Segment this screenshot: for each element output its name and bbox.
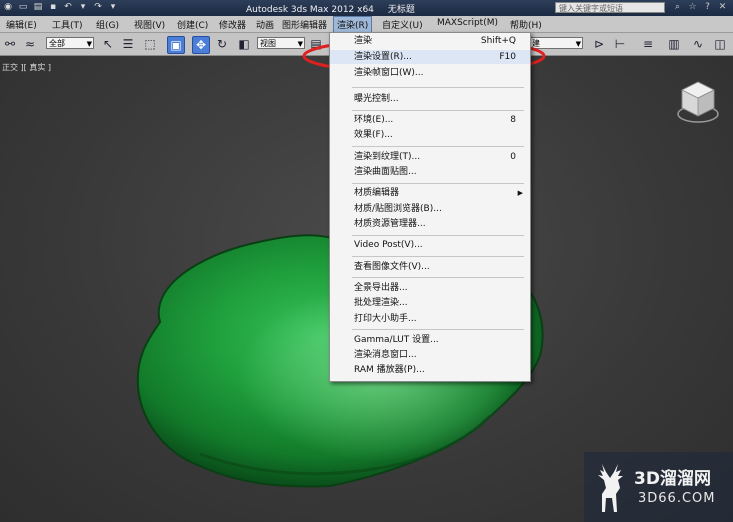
help-icon[interactable]: ?: [702, 1, 713, 13]
watermark: 3D溜溜网 3D66.COM: [584, 452, 733, 522]
undo-icon[interactable]: ↶: [62, 1, 74, 13]
search-input[interactable]: 键入关键字或短语: [555, 2, 665, 13]
menu-item-render-message-window[interactable]: 渲染消息窗口...: [330, 348, 530, 362]
app-title: Autodesk 3ds Max 2012 x64: [246, 5, 374, 15]
schematic-view-icon[interactable]: ◫: [712, 36, 728, 52]
app-menu-icon[interactable]: ◉: [2, 1, 14, 13]
title-icons: ⌕ ☆ ? ✕: [672, 1, 728, 13]
pivot-center-icon[interactable]: ▤: [308, 36, 324, 52]
menu-views[interactable]: 视图(V): [134, 18, 165, 31]
menu-separator: [352, 110, 524, 111]
rendering-menu: 渲染 Shift+Q 渲染设置(R)... F10 渲染帧窗口(W)... 曝光…: [329, 32, 531, 382]
align-icon[interactable]: ⊢: [612, 36, 628, 52]
menu-separator: [352, 256, 524, 257]
undo-dropdown-icon[interactable]: ▾: [77, 1, 89, 13]
named-selection-value: 建: [532, 39, 540, 48]
save-icon[interactable]: ▪: [47, 1, 59, 13]
redo-dropdown-icon[interactable]: ▾: [107, 1, 119, 13]
menu-group[interactable]: 组(G): [96, 18, 119, 31]
menu-item-material-map-browser[interactable]: 材质/贴图浏览器(B)...: [330, 202, 530, 216]
move-icon[interactable]: ✥: [192, 36, 210, 54]
graphite-tools-icon[interactable]: ▥: [666, 36, 682, 52]
selection-filter-value: 全部: [49, 39, 65, 48]
selection-filter-dropdown[interactable]: 全部 ▼: [46, 37, 94, 49]
menu-help[interactable]: 帮助(H): [510, 18, 542, 31]
menu-graph-editors[interactable]: 图形编辑器: [282, 18, 327, 31]
watermark-brand: 3D溜溜网: [634, 469, 711, 489]
menu-separator: [352, 183, 524, 184]
menu-item-material-explorer[interactable]: 材质资源管理器...: [330, 217, 530, 231]
menu-item-material-editor[interactable]: 材质编辑器 ▶: [330, 186, 530, 200]
select-by-name-icon[interactable]: ☰: [120, 36, 136, 52]
menu-item-render[interactable]: 渲染 Shift+Q: [330, 34, 530, 48]
rectangle-selection-icon[interactable]: ⬚: [142, 36, 158, 52]
menu-item-exposure-control[interactable]: 曝光控制...: [330, 92, 530, 106]
search-icon[interactable]: ⌕: [672, 1, 683, 13]
menu-item-render-surface-map[interactable]: 渲染曲面贴图...: [330, 165, 530, 179]
window-crossing-icon[interactable]: ▣: [167, 36, 185, 54]
reference-coordinate-value: 视图: [260, 39, 276, 48]
open-file-icon[interactable]: ▤: [32, 1, 44, 13]
new-file-icon[interactable]: ▭: [17, 1, 29, 13]
menu-item-print-size-assistant[interactable]: 打印大小助手...: [330, 312, 530, 326]
menu-item-ram-player[interactable]: RAM 播放器(P)...: [330, 363, 530, 377]
menu-maxscript[interactable]: MAXScript(M): [437, 18, 498, 28]
select-object-icon[interactable]: ↖: [100, 36, 116, 52]
tools-icon[interactable]: ✕: [717, 1, 728, 13]
menu-item-panorama-exporter[interactable]: 全景导出器...: [330, 281, 530, 295]
menu-item-render-setup[interactable]: 渲染设置(R)... F10: [330, 50, 530, 64]
chevron-right-icon: ▶: [517, 189, 523, 197]
layer-manager-icon[interactable]: ≡: [640, 36, 656, 52]
menu-item-video-post[interactable]: Video Post(V)...: [330, 238, 530, 252]
menu-item-batch-render[interactable]: 批处理渲染...: [330, 296, 530, 310]
chevron-down-icon: ▼: [86, 40, 92, 48]
scale-icon[interactable]: ◧: [236, 36, 252, 52]
unlink-icon[interactable]: ≈: [22, 36, 38, 52]
menu-separator: [352, 277, 524, 278]
menu-item-view-image-file[interactable]: 查看图像文件(V)...: [330, 260, 530, 274]
star-icon[interactable]: ☆: [687, 1, 698, 13]
menu-rendering[interactable]: 渲染(R): [333, 16, 373, 33]
curve-editor-icon[interactable]: ∿: [690, 36, 706, 52]
redo-icon[interactable]: ↷: [92, 1, 104, 13]
document-title: 无标题: [387, 5, 415, 15]
rotate-icon[interactable]: ↻: [214, 36, 230, 52]
menu-customize[interactable]: 自定义(U): [382, 18, 423, 31]
watermark-site: 3D66.COM: [638, 491, 716, 506]
menu-edit[interactable]: 编辑(E): [6, 18, 37, 31]
menu-item-effects[interactable]: 效果(F)...: [330, 128, 530, 142]
chevron-down-icon: ▼: [575, 40, 581, 48]
menu-bar: 编辑(E) 工具(T) 组(G) 视图(V) 创建(C) 修改器 动画 图形编辑…: [0, 16, 733, 33]
link-icon[interactable]: ⚯: [2, 36, 18, 52]
menu-separator: [352, 87, 524, 88]
menu-separator: [352, 329, 524, 330]
title-bar: ◉ ▭ ▤ ▪ ↶ ▾ ↷ ▾ Autodesk 3ds Max 2012 x6…: [0, 0, 733, 16]
menu-item-rendered-frame-window[interactable]: 渲染帧窗口(W)...: [330, 66, 530, 80]
menu-separator: [352, 235, 524, 236]
window-title: Autodesk 3ds Max 2012 x64 无标题: [246, 2, 415, 15]
menu-item-environment[interactable]: 环境(E)... 8: [330, 113, 530, 127]
menu-create[interactable]: 创建(C): [177, 18, 208, 31]
reference-coordinate-dropdown[interactable]: 视图 ▼: [257, 37, 305, 49]
menu-separator: [352, 146, 524, 147]
chevron-down-icon: ▼: [297, 40, 303, 48]
menu-animation[interactable]: 动画: [256, 18, 274, 31]
named-selection-dropdown[interactable]: 建 ▼: [529, 37, 583, 49]
menu-item-render-to-texture[interactable]: 渲染到纹理(T)... 0: [330, 150, 530, 164]
menu-item-gamma-lut-setup[interactable]: Gamma/LUT 设置...: [330, 333, 530, 347]
mirror-icon[interactable]: ⊳: [591, 36, 607, 52]
menu-tools[interactable]: 工具(T): [52, 18, 83, 31]
quick-access-toolbar: ◉ ▭ ▤ ▪ ↶ ▾ ↷ ▾: [2, 1, 119, 13]
deer-logo-icon: [598, 464, 623, 512]
menu-modifiers[interactable]: 修改器: [219, 18, 246, 31]
